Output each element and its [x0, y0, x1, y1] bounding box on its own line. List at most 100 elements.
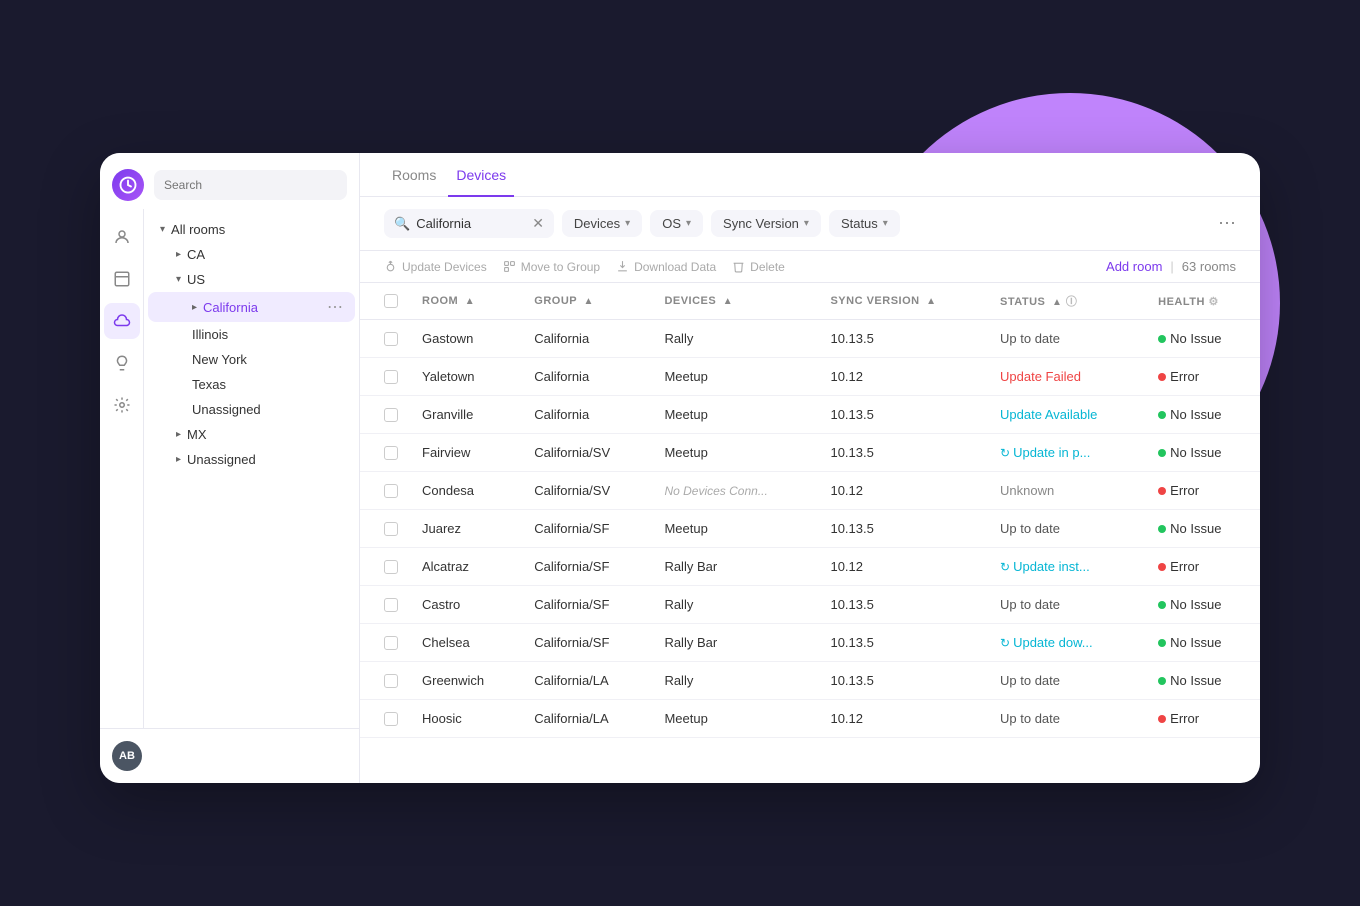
- search-input[interactable]: [416, 216, 526, 231]
- health-col-header[interactable]: HEALTH ⚙: [1146, 283, 1260, 320]
- cell-devices: Meetup: [652, 434, 818, 472]
- unassigned-label: Unassigned: [187, 452, 343, 467]
- cell-sync-version: 10.12: [818, 700, 988, 738]
- chevron-down-icon: ▾: [686, 218, 691, 229]
- cell-health: No Issue: [1146, 624, 1260, 662]
- room-col-header[interactable]: ROOM ▲: [410, 283, 522, 320]
- avatar[interactable]: AB: [112, 741, 142, 771]
- status-filter-label: Status: [841, 216, 878, 231]
- book-nav-icon[interactable]: [104, 261, 140, 297]
- devices-filter-label: Devices: [574, 216, 620, 231]
- more-options-btn[interactable]: ⋯: [1218, 213, 1236, 234]
- cell-health: No Issue: [1146, 510, 1260, 548]
- syncversion-filter-btn[interactable]: Sync Version ▾: [711, 210, 821, 237]
- cell-room: Greenwich: [410, 662, 522, 700]
- devices-table: ROOM ▲ GROUP ▲ DEVICES ▲ SYNC VERSION ▲ …: [360, 283, 1260, 738]
- sidebar-item-us[interactable]: ▾ US: [148, 267, 355, 292]
- arrow-icon: ▸: [176, 454, 181, 465]
- more-icon[interactable]: ⋯: [327, 297, 343, 317]
- rooms-count: 63 rooms: [1182, 259, 1236, 274]
- sidebar-item-ca[interactable]: ▸ CA: [148, 242, 355, 267]
- cell-group: California: [522, 320, 652, 358]
- table-row: HoosicCalifornia/LAMeetup10.12Up to date…: [360, 700, 1260, 738]
- select-all-checkbox[interactable]: [384, 294, 398, 308]
- os-filter-label: OS: [662, 216, 681, 231]
- cell-devices: Meetup: [652, 700, 818, 738]
- cell-status: Update Available: [988, 396, 1146, 434]
- row-checkbox[interactable]: [384, 408, 398, 422]
- sidebar-search-input[interactable]: [154, 170, 347, 200]
- table-row: CondesaCalifornia/SVNo Devices Conn...10…: [360, 472, 1260, 510]
- row-checkbox[interactable]: [384, 446, 398, 460]
- devices-col-header[interactable]: DEVICES ▲: [652, 283, 818, 320]
- row-checkbox[interactable]: [384, 636, 398, 650]
- rooms-nav-icon[interactable]: [104, 219, 140, 255]
- search-filter: 🔍 ✕: [384, 209, 554, 238]
- cell-health: No Issue: [1146, 396, 1260, 434]
- sidebar-left-icons: [100, 209, 144, 728]
- cell-sync-version: 10.12: [818, 472, 988, 510]
- move-to-group-label: Move to Group: [521, 260, 600, 274]
- cell-room: Gastown: [410, 320, 522, 358]
- gear-nav-icon[interactable]: [104, 387, 140, 423]
- syncversion-col-header[interactable]: SYNC VERSION ▲: [818, 283, 988, 320]
- sidebar-item-texas[interactable]: Texas: [148, 372, 355, 397]
- row-checkbox[interactable]: [384, 370, 398, 384]
- sidebar-item-allrooms[interactable]: ▾ All rooms: [148, 217, 355, 242]
- sidebar-bottom: AB: [100, 728, 359, 783]
- cell-room: Chelsea: [410, 624, 522, 662]
- cell-group: California/LA: [522, 700, 652, 738]
- toolbar: 🔍 ✕ Devices ▾ OS ▾ Sync Version ▾ S: [360, 197, 1260, 251]
- status-filter-btn[interactable]: Status ▾: [829, 210, 900, 237]
- row-checkbox[interactable]: [384, 484, 398, 498]
- group-col-header[interactable]: GROUP ▲: [522, 283, 652, 320]
- row-checkbox[interactable]: [384, 332, 398, 346]
- cell-devices: Meetup: [652, 358, 818, 396]
- row-checkbox[interactable]: [384, 522, 398, 536]
- cell-group: California/LA: [522, 662, 652, 700]
- cell-sync-version: 10.13.5: [818, 434, 988, 472]
- arrow-icon: ▾: [176, 274, 181, 285]
- sidebar-item-unassigned[interactable]: ▸ Unassigned: [148, 447, 355, 472]
- table-row: JuarezCalifornia/SFMeetup10.13.5Up to da…: [360, 510, 1260, 548]
- delete-btn: Delete: [732, 260, 785, 274]
- main-card: ▾ All rooms ▸ CA ▾ US ▸ California ⋯: [100, 153, 1260, 783]
- cell-devices: Rally: [652, 320, 818, 358]
- cell-room: Castro: [410, 586, 522, 624]
- cell-devices: Rally: [652, 586, 818, 624]
- row-checkbox[interactable]: [384, 712, 398, 726]
- sidebar-item-unassigned-us[interactable]: Unassigned: [148, 397, 355, 422]
- tab-rooms[interactable]: Rooms: [384, 153, 444, 197]
- syncversion-filter-label: Sync Version: [723, 216, 799, 231]
- cell-health: Error: [1146, 358, 1260, 396]
- bulb-nav-icon[interactable]: [104, 345, 140, 381]
- sidebar-item-newyork[interactable]: New York: [148, 347, 355, 372]
- sidebar-item-california[interactable]: ▸ California ⋯: [148, 292, 355, 322]
- os-filter-btn[interactable]: OS ▾: [650, 210, 703, 237]
- status-col-header[interactable]: STATUS ▲ ⓘ: [988, 283, 1146, 320]
- download-data-label: Download Data: [634, 260, 716, 274]
- row-checkbox[interactable]: [384, 674, 398, 688]
- clear-icon[interactable]: ✕: [532, 215, 544, 232]
- cell-status: Update Failed: [988, 358, 1146, 396]
- divider: |: [1170, 259, 1173, 274]
- tab-devices[interactable]: Devices: [448, 153, 514, 197]
- row-checkbox[interactable]: [384, 598, 398, 612]
- sidebar-item-illinois[interactable]: Illinois: [148, 322, 355, 347]
- move-to-group-btn: Move to Group: [503, 260, 600, 274]
- cloud-nav-icon[interactable]: [104, 303, 140, 339]
- sidebar-item-mx[interactable]: ▸ MX: [148, 422, 355, 447]
- cell-sync-version: 10.12: [818, 548, 988, 586]
- tabs-bar: Rooms Devices: [360, 153, 1260, 197]
- action-bar: Update Devices Move to Group Download Da…: [360, 251, 1260, 283]
- cell-group: California/SF: [522, 624, 652, 662]
- devices-filter-btn[interactable]: Devices ▾: [562, 210, 642, 237]
- illinois-label: Illinois: [192, 327, 343, 342]
- cell-group: California/SV: [522, 434, 652, 472]
- row-checkbox[interactable]: [384, 560, 398, 574]
- cell-health: No Issue: [1146, 586, 1260, 624]
- cell-sync-version: 10.13.5: [818, 662, 988, 700]
- cell-devices: Rally Bar: [652, 548, 818, 586]
- cell-status: Up to date: [988, 586, 1146, 624]
- add-room-btn[interactable]: Add room: [1106, 259, 1162, 274]
